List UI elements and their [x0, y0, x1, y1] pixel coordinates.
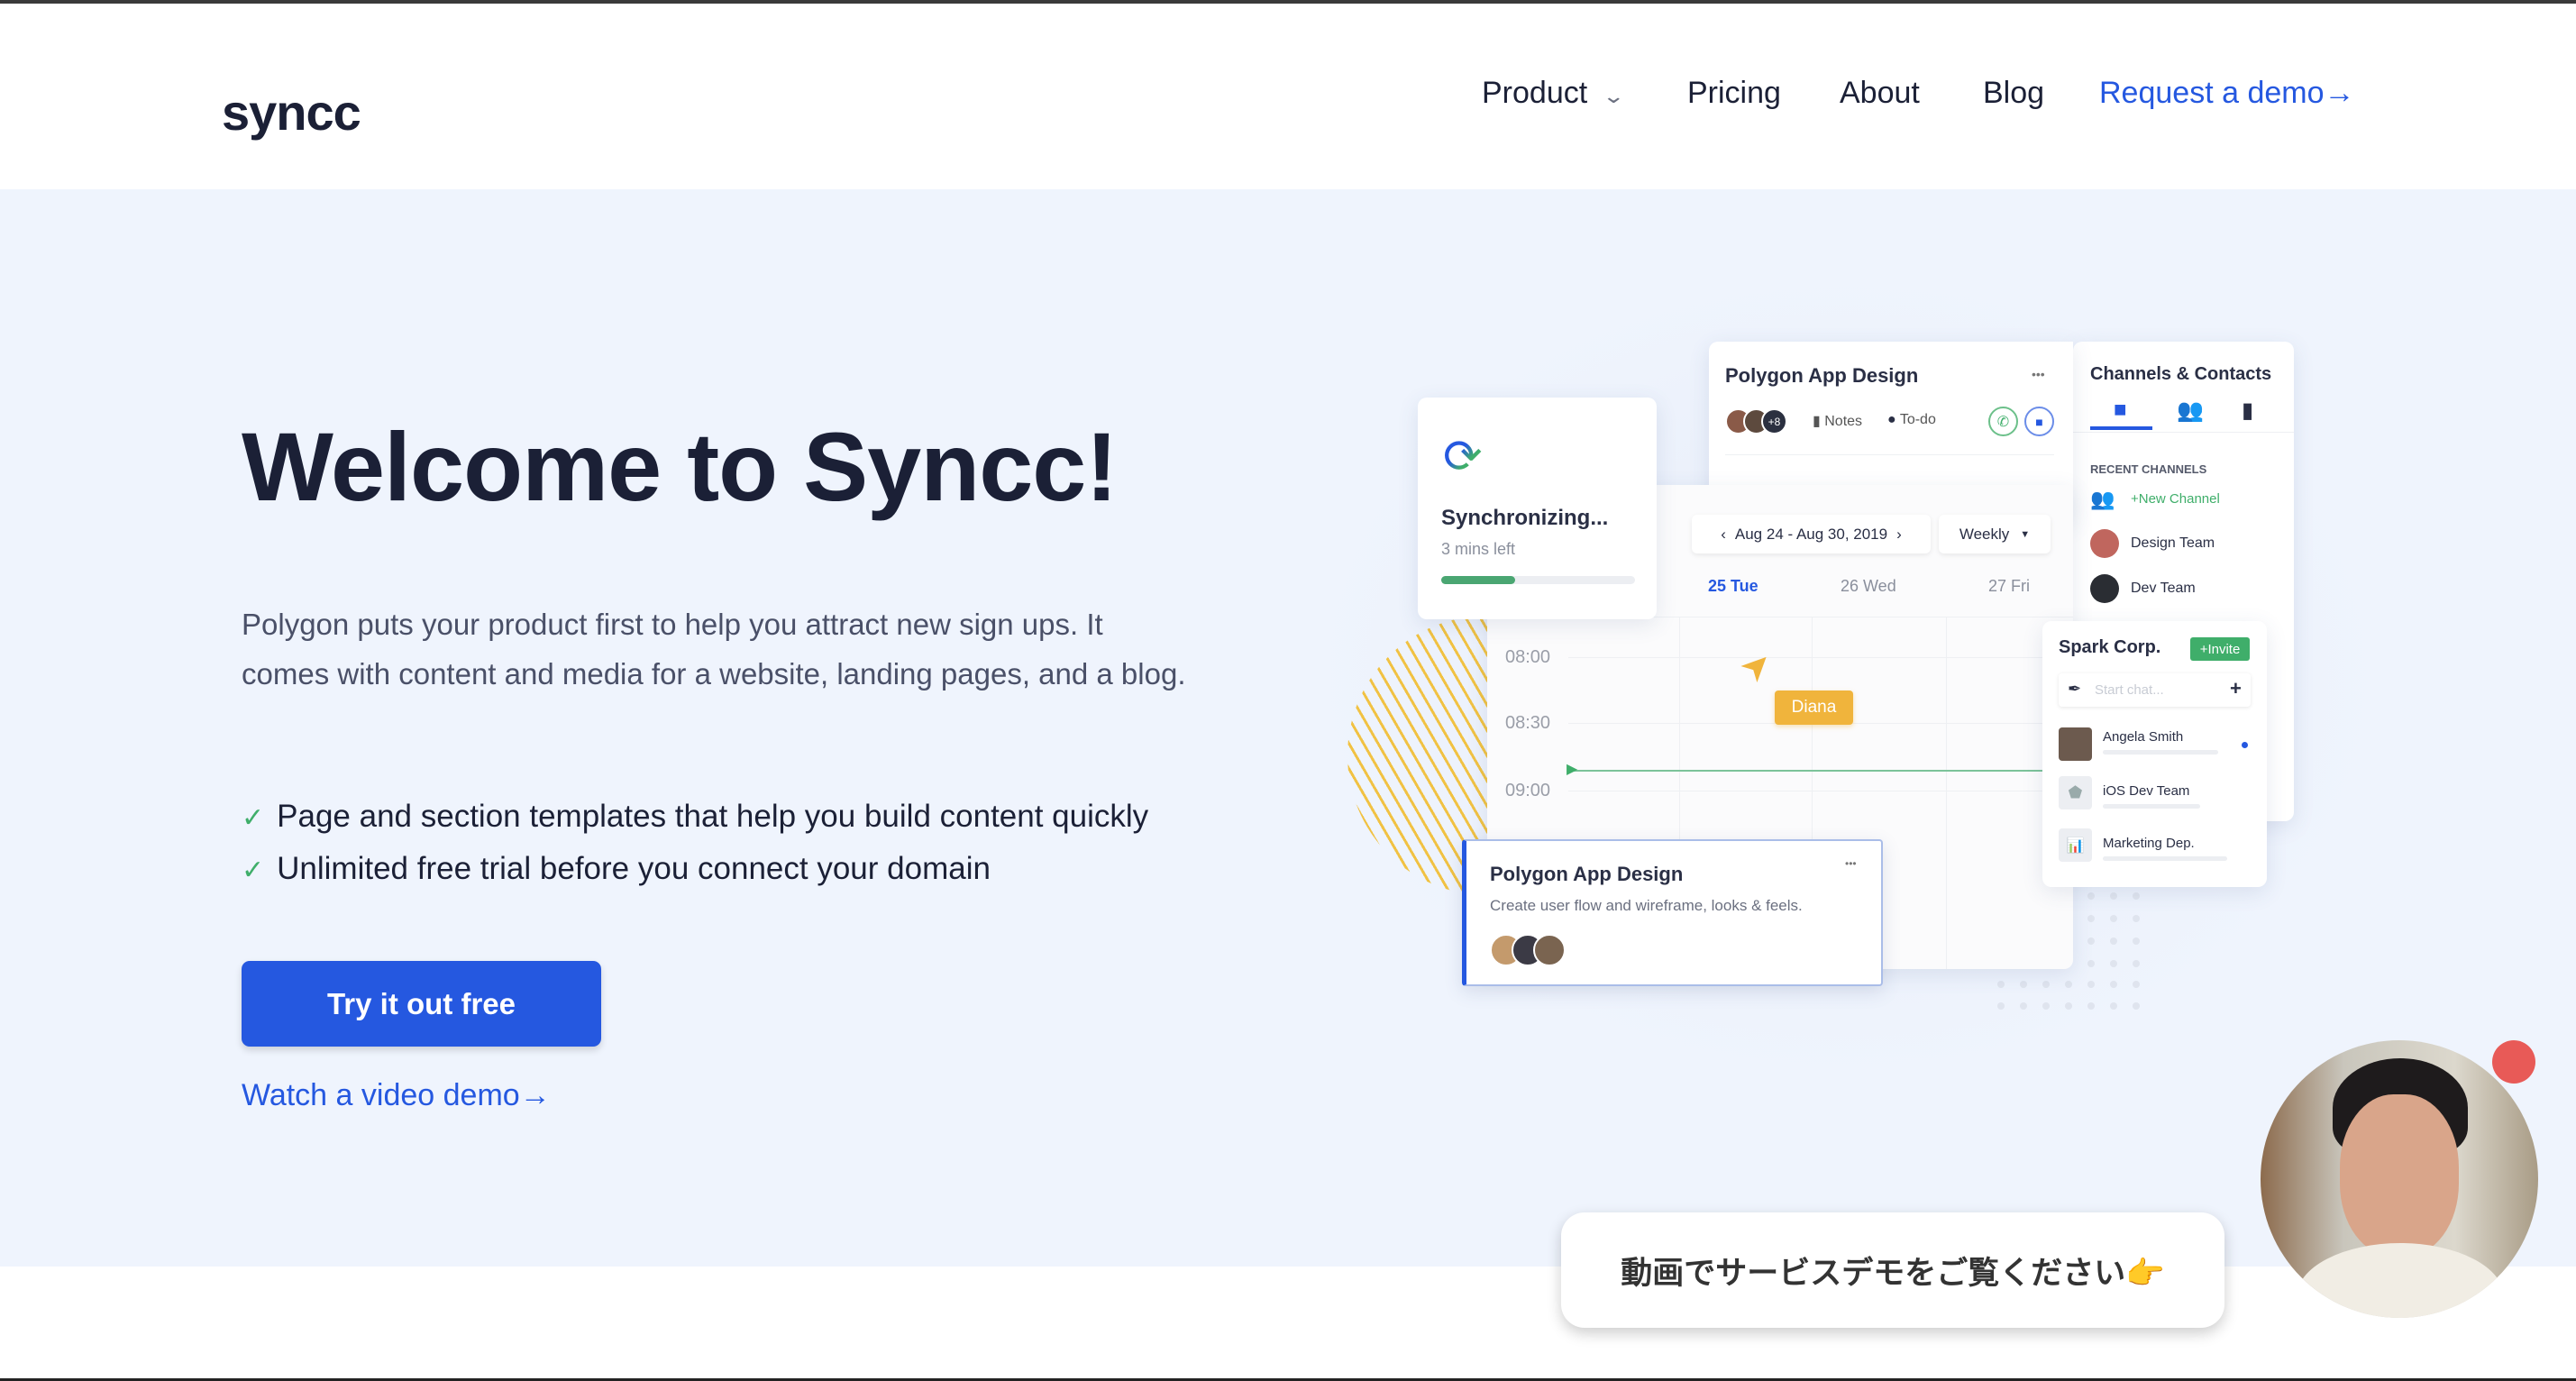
notes-label: Notes: [1824, 414, 1863, 429]
time-label: 08:00: [1505, 647, 1551, 667]
channel-item[interactable]: Design Team: [2131, 535, 2215, 552]
current-time-marker-icon: ▶: [1567, 762, 1578, 777]
nav-blog[interactable]: Blog: [1983, 76, 2044, 111]
arrow-right-icon: →: [519, 1078, 551, 1112]
channel-item[interactable]: Dev Team: [2131, 581, 2196, 597]
todo-label: To-do: [1899, 412, 1936, 427]
recent-channels-label: RECENT CHANNELS: [2090, 462, 2207, 476]
chevron-down-icon: ⌄: [1602, 85, 1626, 107]
contact-book-icon[interactable]: ▮: [2242, 398, 2253, 424]
divider: [2073, 432, 2294, 433]
dev-team-avatar: [2090, 574, 2119, 603]
request-demo-link[interactable]: Request a demo→: [2099, 76, 2355, 111]
feature-text: Unlimited free trial before you connect …: [277, 851, 991, 886]
check-icon: ✓: [242, 855, 265, 885]
sync-subtitle: 3 mins left: [1441, 540, 1516, 558]
spark-title: Spark Corp.: [2059, 637, 2161, 657]
task-card[interactable]: Polygon App Design ••• Create user flow …: [1462, 839, 1883, 986]
request-demo-label: Request a demo: [2099, 76, 2325, 110]
contact-name[interactable]: Marketing Dep.: [2103, 836, 2195, 851]
start-chat-input[interactable]: ✒ Start chat... +: [2059, 673, 2251, 707]
contact-name[interactable]: Angela Smith: [2103, 729, 2183, 745]
presenter-face: [2340, 1094, 2459, 1257]
cursor-arrow-icon: ➤: [1731, 641, 1782, 691]
caret-down-icon: ▼: [2020, 528, 2031, 540]
feature-item: ✓ Unlimited free trial before you connect…: [242, 851, 991, 887]
task-title: Polygon App Design: [1490, 863, 1684, 885]
document-icon: ▮: [1813, 414, 1825, 429]
sync-progress-bar: [1441, 576, 1635, 584]
contact-avatar: [2059, 727, 2092, 761]
date-range-label: Aug 24 - Aug 30, 2019: [1734, 525, 1888, 543]
day-column-header[interactable]: 25 Tue: [1708, 577, 1758, 596]
watch-video-link[interactable]: Watch a video demo→: [242, 1078, 551, 1113]
sync-title: Synchronizing...: [1441, 506, 1609, 530]
date-range-picker[interactable]: ‹ Aug 24 - Aug 30, 2019 ›: [1692, 515, 1931, 553]
feature-item: ✓ Page and section templates that help yo…: [242, 799, 1148, 835]
time-label: 09:00: [1505, 781, 1551, 800]
sync-card: ⟳ Synchronizing... 3 mins left: [1418, 398, 1657, 619]
new-channel-link[interactable]: +New Channel: [2131, 491, 2220, 507]
cursor-label: Diana: [1775, 690, 1853, 725]
time-label: 08:30: [1505, 713, 1551, 733]
avatar: [1533, 934, 1566, 966]
feature-text: Page and section templates that help you…: [277, 799, 1149, 834]
group-icon[interactable]: 👥: [2177, 398, 2204, 424]
channels-title: Channels & Contacts: [2090, 364, 2272, 384]
chart-icon: 📊: [2059, 828, 2092, 862]
invite-button[interactable]: +Invite: [2190, 637, 2250, 661]
view-dropdown[interactable]: Weekly ▼: [1939, 515, 2051, 553]
chevron-right-icon[interactable]: ›: [1896, 526, 1902, 544]
chevron-left-icon[interactable]: ‹: [1721, 526, 1726, 544]
task-description: Create user flow and wireframe, looks & …: [1490, 897, 1803, 914]
view-label: Weekly: [1959, 525, 2010, 543]
message-preview-placeholder: [2103, 750, 2218, 755]
nav-pricing[interactable]: Pricing: [1687, 76, 1781, 111]
todo-tab[interactable]: ● To-do: [1887, 412, 1936, 428]
new-channel-icon: 👥: [2090, 488, 2115, 510]
contact-name[interactable]: iOS Dev Team: [2103, 783, 2189, 799]
day-column-header[interactable]: 26 Wed: [1841, 577, 1896, 596]
nav-product-label: Product: [1482, 76, 1588, 110]
nav-about[interactable]: About: [1840, 76, 1920, 111]
video-message-bubble[interactable]: 動画でサービスデモをご覧ください👉: [1561, 1212, 2224, 1328]
watch-video-label: Watch a video demo: [242, 1078, 520, 1112]
day-column-header[interactable]: 27 Fri: [1988, 577, 2030, 596]
more-icon[interactable]: •••: [2032, 367, 2045, 381]
hero-description: Polygon puts your product first to help …: [242, 608, 1186, 690]
avatar-count: +8: [1761, 408, 1787, 434]
more-icon[interactable]: •••: [1845, 857, 1857, 870]
notes-tab[interactable]: ▮ Notes: [1813, 412, 1862, 430]
check-circle-icon: ●: [1887, 412, 1900, 427]
grid-line: [1946, 617, 1947, 969]
current-time-line: [1569, 770, 2042, 772]
project-title: Polygon App Design: [1725, 364, 1919, 387]
video-demo-player[interactable]: [2261, 1040, 2538, 1318]
divider: [1725, 454, 2054, 455]
grid-line: [1568, 657, 2073, 658]
logo[interactable]: syncc: [222, 83, 361, 142]
page-title: Welcome to Syncc!: [242, 412, 1118, 521]
try-free-button[interactable]: Try it out free: [242, 961, 601, 1047]
add-icon[interactable]: +: [2230, 677, 2242, 700]
spark-corp-card: Spark Corp. +Invite ✒ Start chat... + An…: [2042, 621, 2267, 887]
start-chat-placeholder: Start chat...: [2095, 682, 2164, 698]
message-preview-placeholder: [2103, 856, 2227, 861]
presenter-shirt: [2297, 1243, 2504, 1318]
chat-icon[interactable]: ■: [2114, 398, 2127, 423]
sync-icon: ⟳: [1443, 431, 1483, 483]
design-team-avatar: [2090, 529, 2119, 558]
feather-icon: ✒: [2068, 680, 2082, 698]
check-icon: ✓: [242, 803, 265, 833]
phone-icon[interactable]: ✆: [1988, 407, 2018, 436]
recording-indicator: [2492, 1040, 2535, 1084]
nav-product[interactable]: Product ⌄: [1482, 76, 1625, 111]
video-call-icon[interactable]: ■: [2024, 407, 2054, 436]
active-tab-indicator: [2090, 426, 2152, 430]
pentagon-icon: ⬟: [2059, 776, 2092, 809]
message-preview-placeholder: [2103, 804, 2200, 809]
unread-dot: [2242, 742, 2248, 748]
arrow-right-icon: →: [2324, 76, 2355, 110]
sync-progress-fill: [1441, 576, 1515, 584]
